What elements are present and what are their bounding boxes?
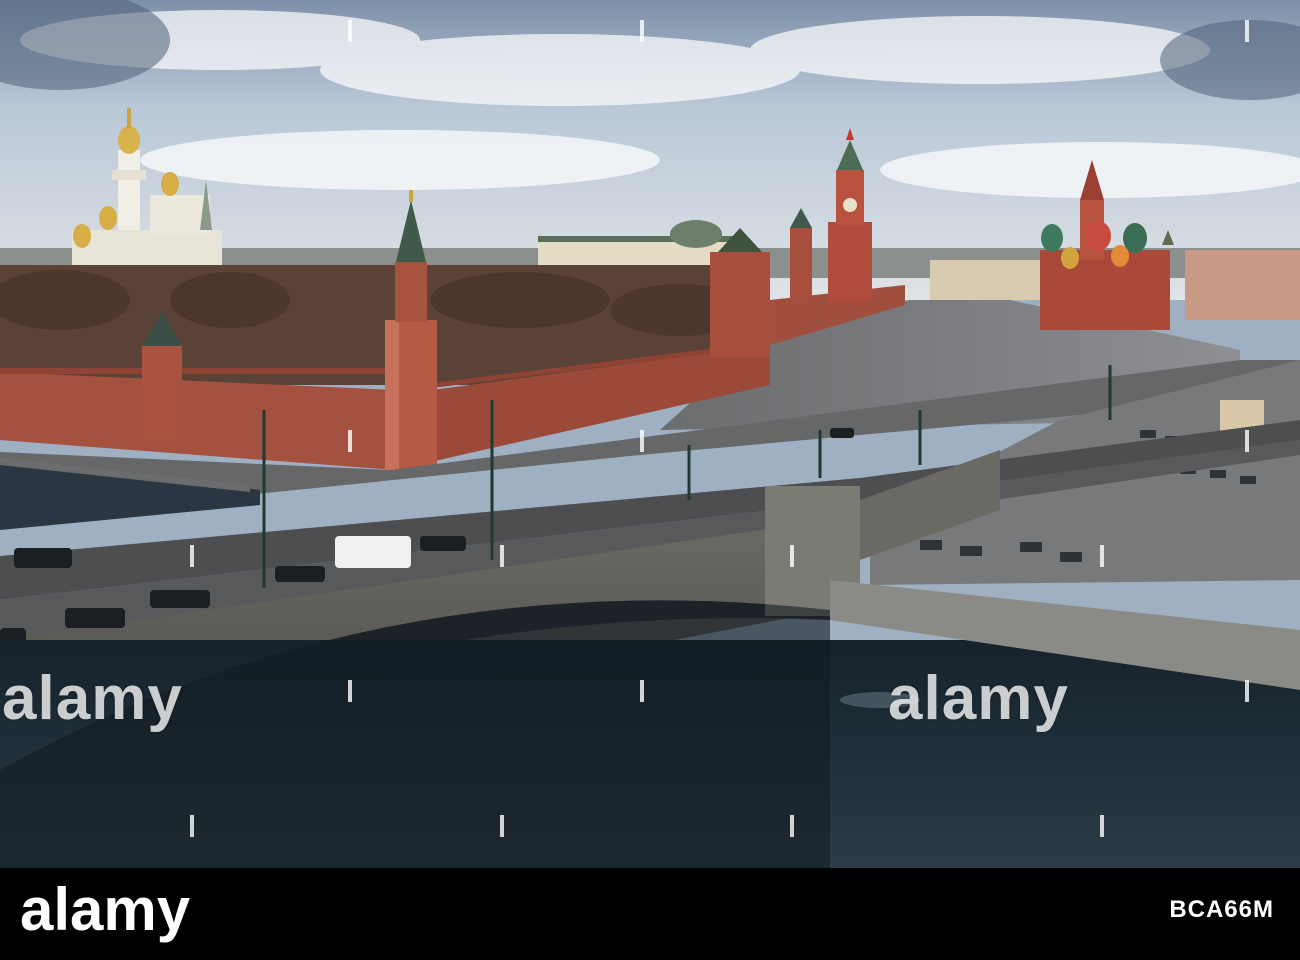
historical-museum <box>1185 250 1300 320</box>
moscow-kremlin-photo: alamy alamy <box>0 0 1300 868</box>
stock-footer-bar: alamy BCA66M <box>0 868 1300 960</box>
alamy-logo[interactable]: alamy <box>20 880 190 940</box>
image-id-label: BCA66M <box>1169 896 1274 923</box>
photo-scene <box>0 0 1300 868</box>
photo-frame: alamy alamy alamy BCA66M <box>0 0 1300 960</box>
footer-divider <box>0 868 1300 870</box>
white-van <box>335 536 411 568</box>
gum-building <box>930 260 1040 300</box>
